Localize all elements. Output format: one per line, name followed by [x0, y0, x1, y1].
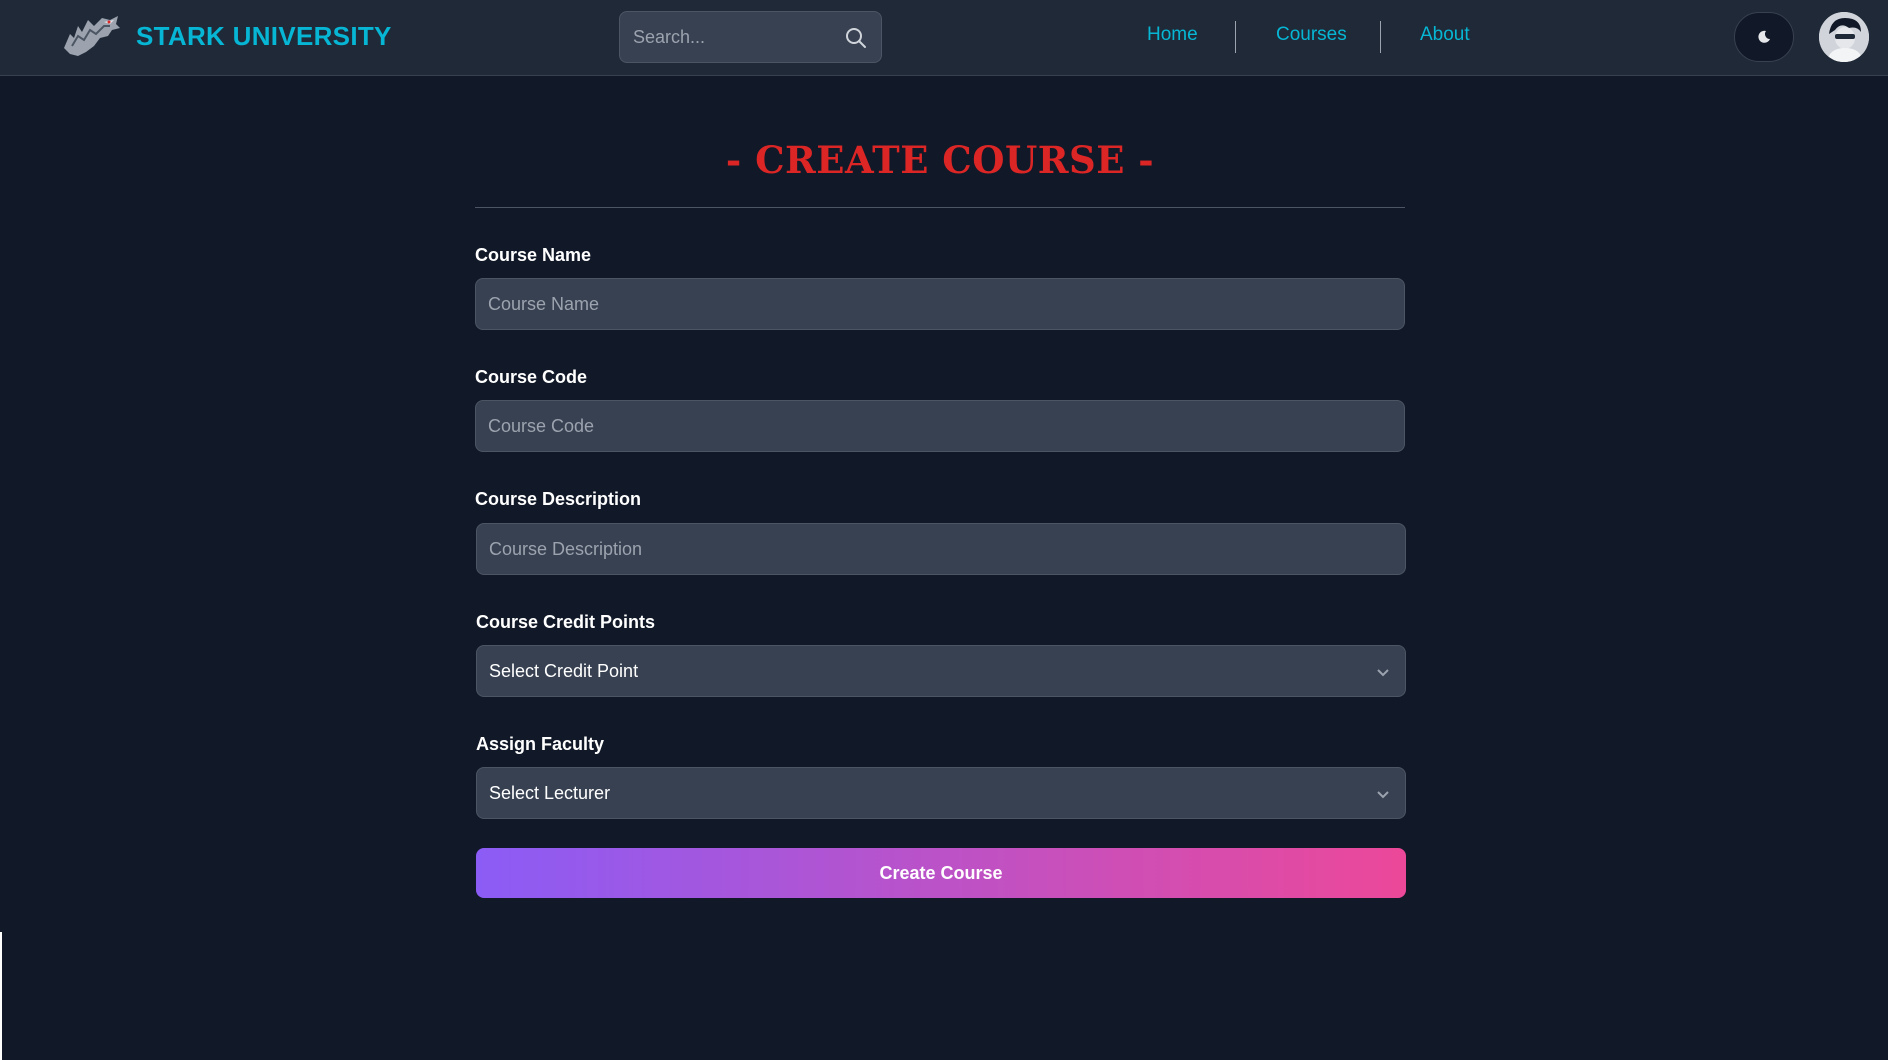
search-input[interactable] — [620, 12, 840, 62]
course-code-input[interactable] — [476, 401, 1404, 451]
chevron-down-icon — [1377, 669, 1389, 677]
course-code-field — [475, 400, 1405, 452]
faculty-select[interactable]: Select Lecturer — [476, 767, 1406, 819]
moon-icon — [1758, 30, 1770, 43]
course-name-label: Course Name — [475, 245, 592, 265]
course-description-label: Course Description — [475, 489, 642, 509]
window-edge — [0, 932, 2, 1060]
brand[interactable]: STARK UNIVERSITY — [60, 12, 392, 60]
course-description-input[interactable] — [477, 524, 1405, 574]
direwolf-logo-icon — [64, 16, 120, 56]
navbar: STARK UNIVERSITY Home Courses About — [0, 0, 1888, 76]
brand-name[interactable]: STARK UNIVERSITY — [136, 21, 392, 52]
create-course-button[interactable]: Create Course — [476, 848, 1406, 898]
course-description-field — [476, 523, 1406, 575]
page-title: - CREATE COURSE - — [725, 138, 1155, 182]
nav-courses[interactable]: Courses — [1276, 24, 1347, 46]
avatar-icon — [1819, 12, 1869, 62]
avatar[interactable] — [1819, 12, 1869, 62]
theme-toggle-button[interactable] — [1734, 12, 1794, 62]
assign-faculty-label: Assign Faculty — [476, 734, 605, 754]
course-name-input[interactable] — [476, 279, 1404, 329]
credit-points-label: Course Credit Points — [476, 612, 656, 632]
credit-points-selected: Select Credit Point — [489, 661, 639, 681]
faculty-selected: Select Lecturer — [489, 783, 611, 803]
nav-home[interactable]: Home — [1147, 24, 1198, 46]
nav-divider — [1235, 21, 1236, 53]
search-box — [619, 11, 882, 63]
title-divider — [475, 207, 1405, 208]
course-name-field — [475, 278, 1405, 330]
nav-divider — [1380, 21, 1381, 53]
search-icon[interactable] — [845, 27, 867, 49]
credit-points-select[interactable]: Select Credit Point — [476, 645, 1406, 697]
nav-about[interactable]: About — [1420, 24, 1470, 46]
chevron-down-icon — [1377, 791, 1389, 799]
course-code-label: Course Code — [475, 367, 588, 387]
